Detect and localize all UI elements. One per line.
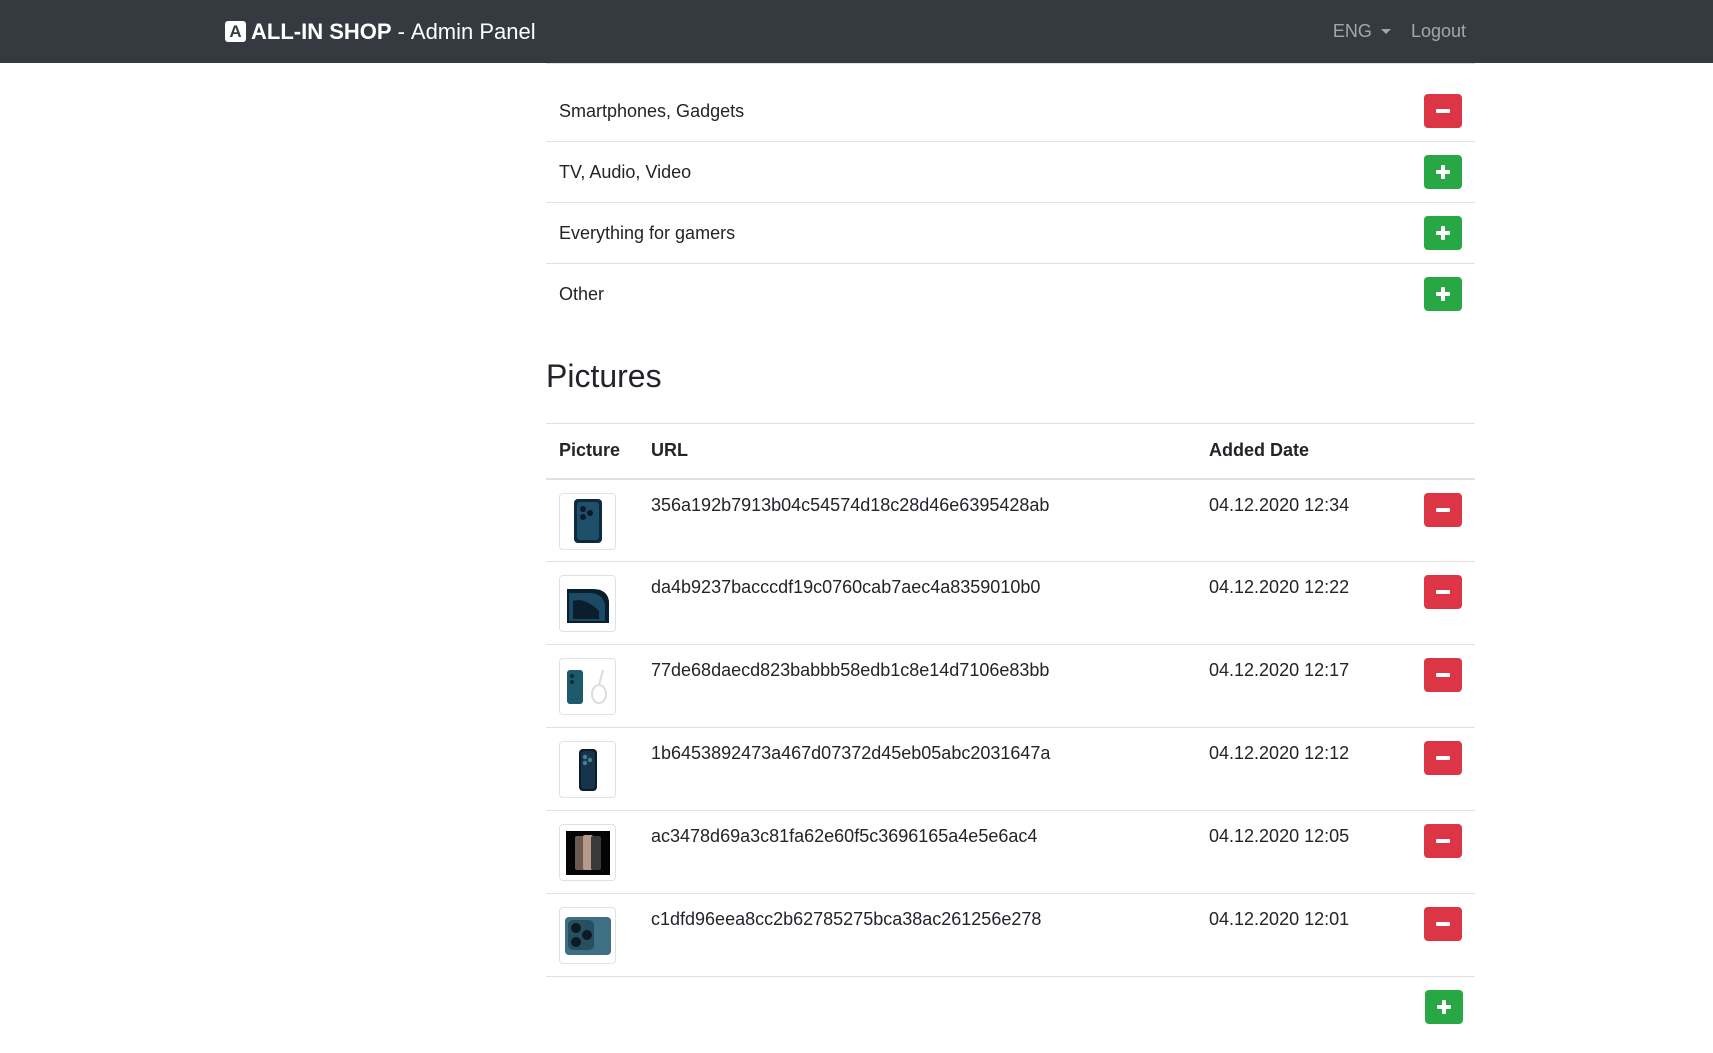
minus-icon xyxy=(1436,839,1450,843)
minus-icon xyxy=(1436,756,1450,760)
picture-row: ac3478d69a3c81fa62e60f5c3696165a4e5e6ac4… xyxy=(546,811,1475,894)
picture-url: 356a192b7913b04c54574d18c28d46e6395428ab xyxy=(651,494,1050,515)
category-row: Other xyxy=(546,263,1475,325)
pictures-section-title: Pictures xyxy=(546,358,662,394)
phone-back-icon[interactable] xyxy=(559,492,616,550)
category-row: Smartphones, Gadgets xyxy=(546,63,1475,142)
remove-picture-button[interactable] xyxy=(1424,575,1462,609)
add-category-button[interactable] xyxy=(1424,277,1462,312)
picture-added-date: 04.12.2020 12:34 xyxy=(1209,494,1350,515)
language-label: ENG xyxy=(1332,21,1372,41)
category-name: Other xyxy=(559,283,605,304)
picture-added-date: 04.12.2020 12:05 xyxy=(1209,826,1350,846)
phone-camera-icon[interactable] xyxy=(559,907,616,964)
top-navbar: A ALL-IN SHOP - Admin Panel ENG Logout xyxy=(0,0,1713,63)
picture-added-date: 04.12.2020 12:12 xyxy=(1209,743,1350,763)
picture-url: ac3478d69a3c81fa62e60f5c3696165a4e5e6ac4 xyxy=(651,826,1038,846)
picture-added-date: 04.12.2020 12:01 xyxy=(1209,909,1350,929)
pictures-table: Picture URL Added Date 356a192b7913b04c5… xyxy=(546,423,1475,977)
remove-picture-button[interactable] xyxy=(1424,658,1462,692)
phone-closeup-icon[interactable] xyxy=(559,575,616,632)
picture-row: 356a192b7913b04c54574d18c28d46e6395428ab… xyxy=(546,479,1475,562)
brand-link[interactable]: A ALL-IN SHOP - Admin Panel xyxy=(225,0,536,63)
brand-suffix: Admin Panel xyxy=(410,18,536,44)
header-added-date: Added Date xyxy=(1209,440,1310,461)
add-category-button[interactable] xyxy=(1424,216,1462,250)
header-picture: Picture xyxy=(559,440,621,461)
remove-picture-button[interactable] xyxy=(1424,741,1462,775)
minus-icon xyxy=(1436,109,1450,113)
picture-row: da4b9237bacccdf19c0760cab7aec4a8359010b0… xyxy=(546,562,1475,645)
picture-url: 77de68daecd823babbb58edb1c8e14d7106e83bb xyxy=(651,660,1050,680)
add-category-button[interactable] xyxy=(1424,155,1462,189)
category-row: Everything for gamers xyxy=(546,202,1475,264)
brand-name: ALL-IN SHOP xyxy=(251,18,392,44)
main-content: Smartphones, Gadgets TV, Audio, Video Ev… xyxy=(546,63,1475,1024)
phone-with-cable-icon[interactable] xyxy=(559,658,616,715)
phone-back-blue-icon[interactable] xyxy=(559,741,616,798)
remove-picture-button[interactable] xyxy=(1424,824,1462,858)
remove-category-button[interactable] xyxy=(1424,94,1462,128)
nav-right: ENG Logout xyxy=(1333,0,1466,63)
remove-picture-button[interactable] xyxy=(1424,907,1462,941)
pictures-table-header: Picture URL Added Date xyxy=(546,423,1475,479)
picture-row: c1dfd96eea8cc2b62785275bca38ac261256e278… xyxy=(546,894,1475,977)
minus-icon xyxy=(1436,922,1450,926)
minus-icon xyxy=(1436,590,1450,594)
categories-table: Smartphones, Gadgets TV, Audio, Video Ev… xyxy=(546,63,1475,325)
minus-icon xyxy=(1436,507,1450,512)
phones-lineup-icon[interactable] xyxy=(559,824,616,881)
minus-icon xyxy=(1436,673,1450,677)
picture-added-date: 04.12.2020 12:17 xyxy=(1209,660,1350,680)
picture-row: 1b6453892473a467d07372d45eb05abc2031647a… xyxy=(546,728,1475,811)
picture-url: 1b6453892473a467d07372d45eb05abc2031647a xyxy=(651,743,1051,763)
add-picture-button[interactable] xyxy=(1425,990,1463,1024)
picture-row: 77de68daecd823babbb58edb1c8e14d7106e83bb… xyxy=(546,645,1475,728)
brand-logo-icon: A xyxy=(225,21,246,42)
language-dropdown[interactable]: ENG xyxy=(1333,21,1391,42)
caret-down-icon xyxy=(1380,29,1391,34)
picture-added-date: 04.12.2020 12:22 xyxy=(1209,577,1350,597)
logout-link[interactable]: Logout xyxy=(1411,21,1466,42)
picture-url: da4b9237bacccdf19c0760cab7aec4a8359010b0 xyxy=(651,577,1041,597)
category-name: TV, Audio, Video xyxy=(559,161,692,182)
remove-picture-button[interactable] xyxy=(1424,492,1462,527)
category-name: Everything for gamers xyxy=(559,222,736,243)
brand-separator: - xyxy=(397,18,405,44)
header-url: URL xyxy=(651,440,688,461)
category-name: Smartphones, Gadgets xyxy=(559,100,745,121)
picture-url: c1dfd96eea8cc2b62785275bca38ac261256e278 xyxy=(651,909,1042,929)
category-row: TV, Audio, Video xyxy=(546,141,1475,203)
